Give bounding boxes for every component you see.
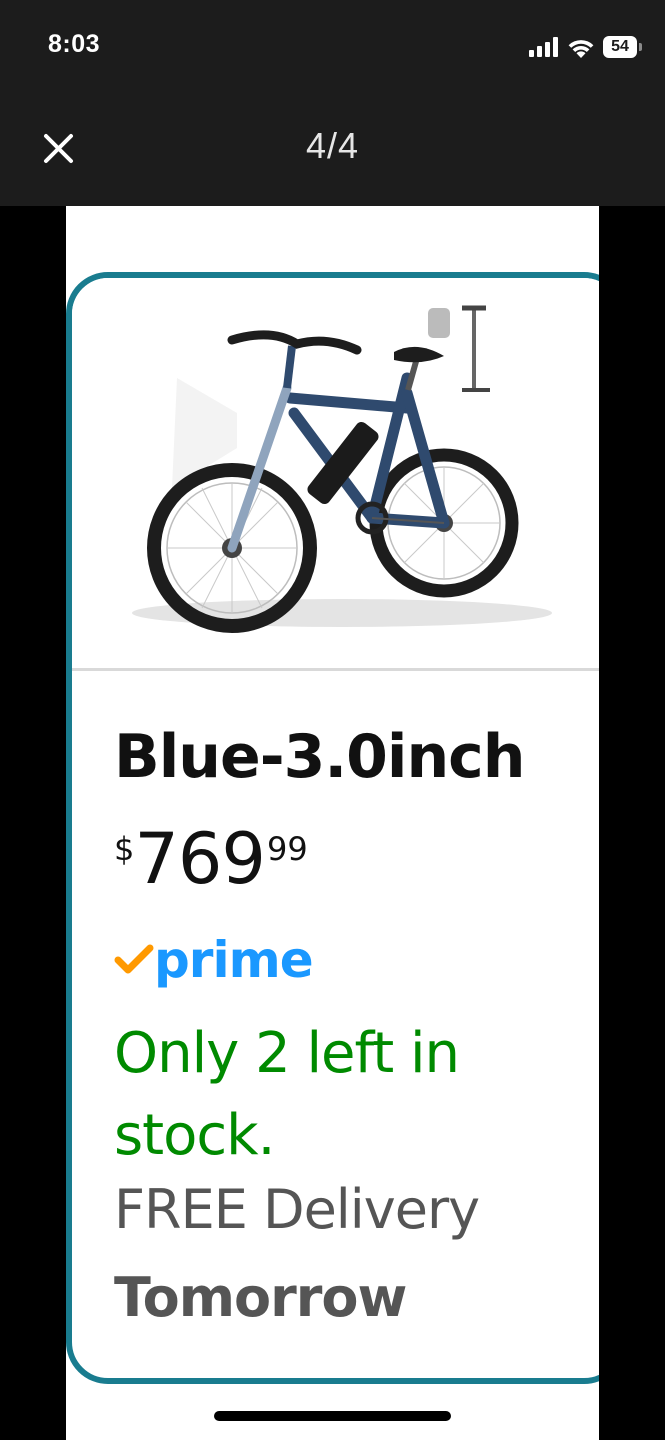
battery-icon: 54 bbox=[603, 36, 642, 58]
status-time: 8:03 bbox=[48, 30, 101, 58]
page-counter: 4/4 bbox=[305, 125, 360, 166]
viewer-top-bar: 4/4 bbox=[0, 95, 665, 206]
image-divider bbox=[72, 668, 599, 671]
product-image bbox=[72, 278, 599, 666]
status-bar: 8:03 54 bbox=[0, 0, 665, 95]
delivery-label: FREE Delivery bbox=[114, 1178, 480, 1241]
product-card[interactable]: Blue-3.0inch $76999 prime Only 2 left in… bbox=[66, 272, 599, 1384]
battery-level: 54 bbox=[611, 38, 629, 55]
image-viewer[interactable]: Blue-3.0inch $76999 prime Only 2 left in… bbox=[0, 206, 665, 1440]
delivery-day: Tomorrow bbox=[114, 1266, 407, 1329]
product-price: $76999 bbox=[114, 824, 308, 894]
status-icons: 54 bbox=[529, 36, 642, 58]
price-currency-symbol: $ bbox=[114, 830, 135, 868]
image-panel[interactable]: Blue-3.0inch $76999 prime Only 2 left in… bbox=[66, 206, 599, 1440]
wifi-icon bbox=[568, 39, 594, 58]
prime-label: prime bbox=[154, 931, 314, 989]
price-fraction: 99 bbox=[266, 830, 308, 868]
home-indicator[interactable] bbox=[214, 1411, 451, 1421]
stock-status: Only 2 left in stock. bbox=[114, 1021, 460, 1168]
variant-name: Blue-3.0inch bbox=[114, 722, 525, 792]
prime-badge: prime bbox=[114, 930, 314, 990]
electric-bicycle-image bbox=[132, 305, 552, 633]
cellular-signal-icon bbox=[529, 37, 558, 57]
price-whole: 769 bbox=[134, 818, 266, 900]
prime-check-icon bbox=[114, 944, 154, 974]
